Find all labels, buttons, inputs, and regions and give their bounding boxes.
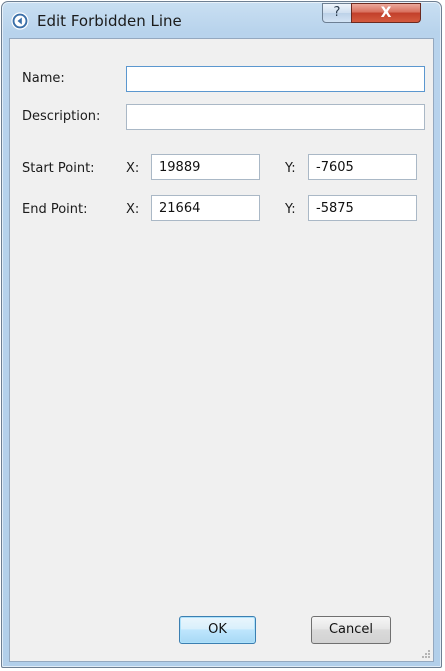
help-button[interactable]: ?	[322, 3, 352, 23]
dialog-window: Edit Forbidden Line ? X Name: Descriptio…	[1, 1, 442, 668]
end-x-label: X:	[126, 202, 140, 217]
navigation-arrow-icon	[11, 12, 29, 30]
dialog-title: Edit Forbidden Line	[37, 12, 182, 30]
start-x-label: X:	[126, 161, 140, 176]
end-x-input[interactable]	[151, 195, 260, 221]
resize-grip-icon[interactable]	[420, 648, 430, 658]
end-point-label: End Point:	[22, 202, 88, 217]
title-bar[interactable]: Edit Forbidden Line ? X	[2, 2, 441, 38]
start-point-label: Start Point:	[22, 161, 95, 176]
cancel-button[interactable]: Cancel	[311, 616, 391, 644]
description-input[interactable]	[126, 104, 425, 130]
name-input[interactable]	[126, 66, 425, 92]
end-y-input[interactable]	[308, 195, 417, 221]
dialog-content: Name: Description: Start Point: X: Y: En…	[9, 38, 434, 662]
help-icon: ?	[333, 5, 341, 20]
ok-button[interactable]: OK	[179, 616, 256, 644]
start-y-label: Y:	[285, 161, 296, 176]
end-y-label: Y:	[285, 202, 296, 217]
start-y-input[interactable]	[308, 154, 417, 180]
start-x-input[interactable]	[151, 154, 260, 180]
close-button[interactable]: X	[351, 3, 421, 23]
description-label: Description:	[22, 109, 101, 124]
name-label: Name:	[22, 71, 65, 86]
close-icon: X	[380, 5, 392, 21]
